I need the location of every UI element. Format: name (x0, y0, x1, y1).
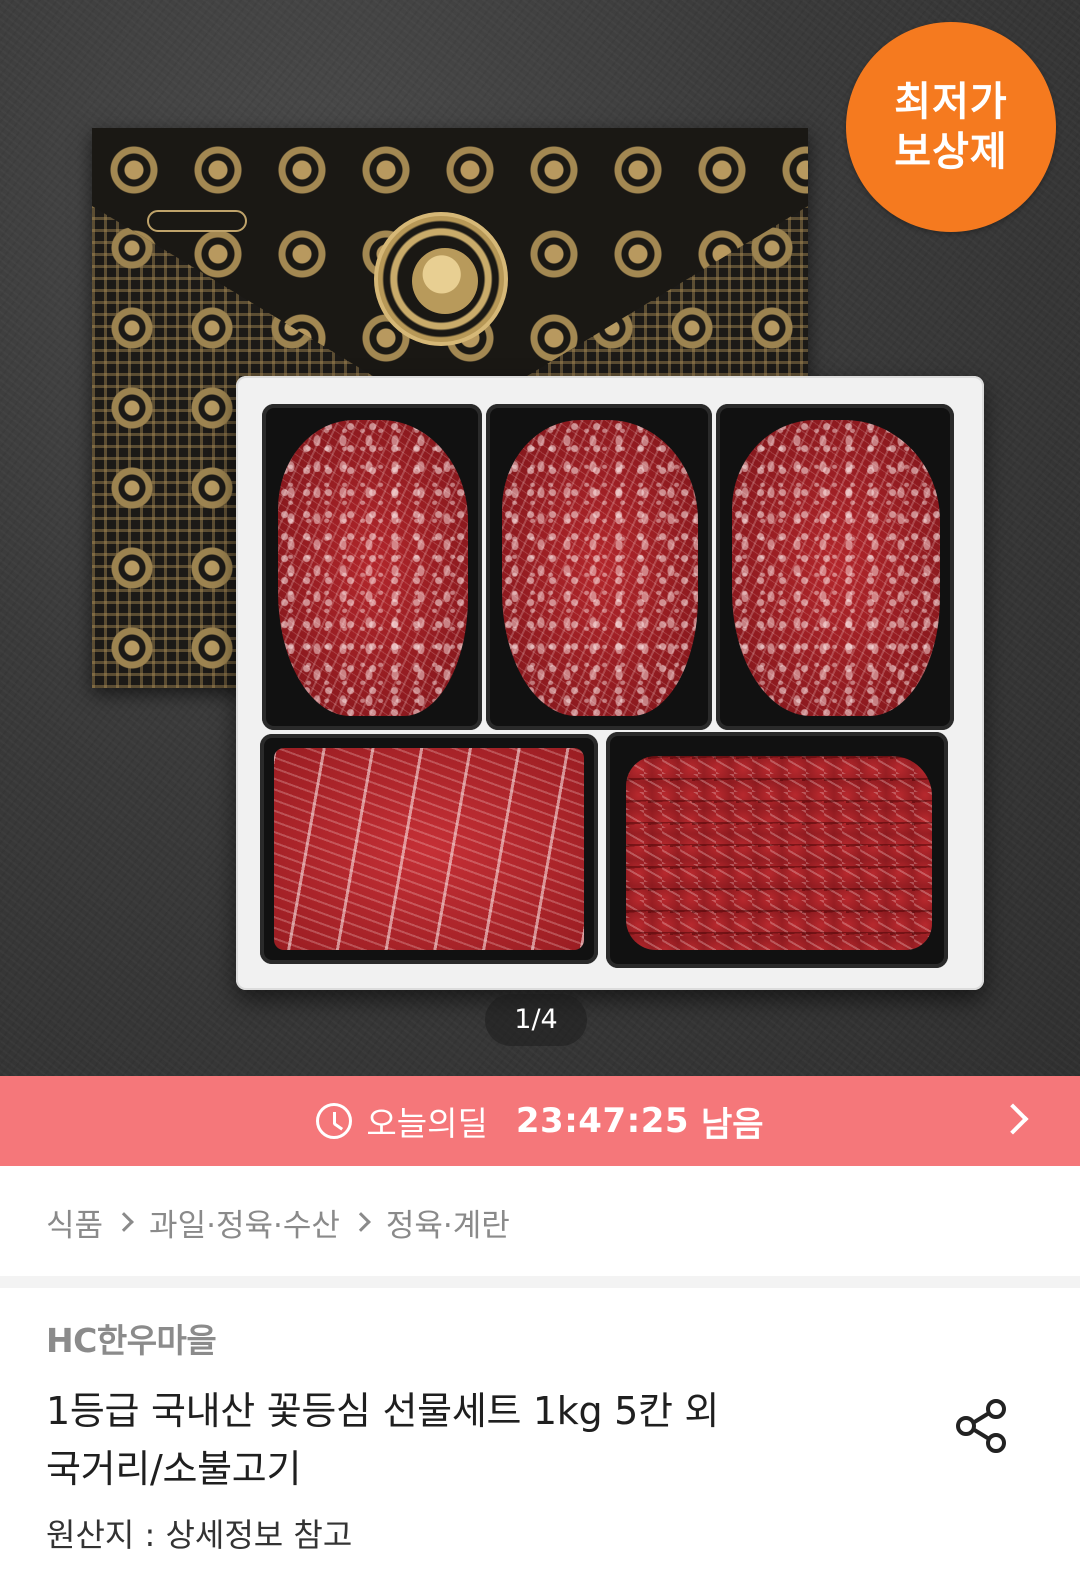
tray-compartment (260, 734, 598, 964)
chevron-right-icon[interactable] (997, 1103, 1029, 1135)
breadcrumb-item-food[interactable]: 식품 (46, 1200, 103, 1245)
gift-box-tag (147, 210, 247, 232)
ribeye-steak (732, 420, 940, 716)
seller-name[interactable]: HC한우마을 (46, 1314, 217, 1362)
seal-emblem-icon (412, 248, 478, 314)
product-title-line-2: 국거리/소불고기 (46, 1447, 302, 1491)
ribeye-steak (278, 420, 468, 716)
breadcrumb: 식품 과일·정육·수산 정육·계란 (46, 1198, 510, 1246)
ribeye-steak (502, 420, 698, 716)
section-divider (0, 1276, 1080, 1288)
share-button[interactable] (952, 1396, 1012, 1456)
tray-compartment (486, 404, 712, 730)
bulgogi-slices (274, 748, 584, 950)
chevron-right-icon (114, 1212, 134, 1232)
product-image-carousel[interactable]: 최저가 보상제 1/4 (0, 0, 1080, 1087)
clock-icon (316, 1103, 353, 1139)
gift-box-seal-logo (374, 212, 508, 346)
tray-compartment (262, 404, 482, 730)
product-title: 1등급 국내산 꽃등심 선물세트 1kg 5칸 외 국거리/소불고기 (46, 1382, 886, 1498)
badge-line-1: 최저가 (894, 79, 1008, 125)
soup-beef-strips (626, 756, 932, 950)
share-icon (956, 1399, 1006, 1453)
deal-countdown: 23:47:25 (515, 1101, 690, 1141)
breadcrumb-item-fruit-meat-seafood[interactable]: 과일·정육·수산 (149, 1200, 340, 1245)
lowest-price-badge: 최저가 보상제 (846, 22, 1056, 232)
product-title-line-1: 1등급 국내산 꽃등심 선물세트 1kg 5칸 외 (46, 1389, 720, 1433)
chevron-right-icon (350, 1212, 371, 1232)
breadcrumb-item-meat-eggs[interactable]: 정육·계란 (386, 1200, 510, 1245)
meat-tray-image (236, 376, 984, 990)
deal-label: 오늘의딜 (366, 1104, 488, 1143)
todays-deal-banner[interactable]: 오늘의딜 23:47:25 남음 (0, 1076, 1080, 1166)
badge-line-2: 보상제 (894, 129, 1008, 175)
origin-info: 원산지 : 상세정보 참고 (46, 1516, 353, 1554)
deal-countdown-suffix: 남음 (701, 1104, 764, 1145)
tray-compartment (716, 404, 954, 730)
tray-compartment (606, 732, 948, 968)
image-pager: 1/4 (485, 994, 587, 1046)
